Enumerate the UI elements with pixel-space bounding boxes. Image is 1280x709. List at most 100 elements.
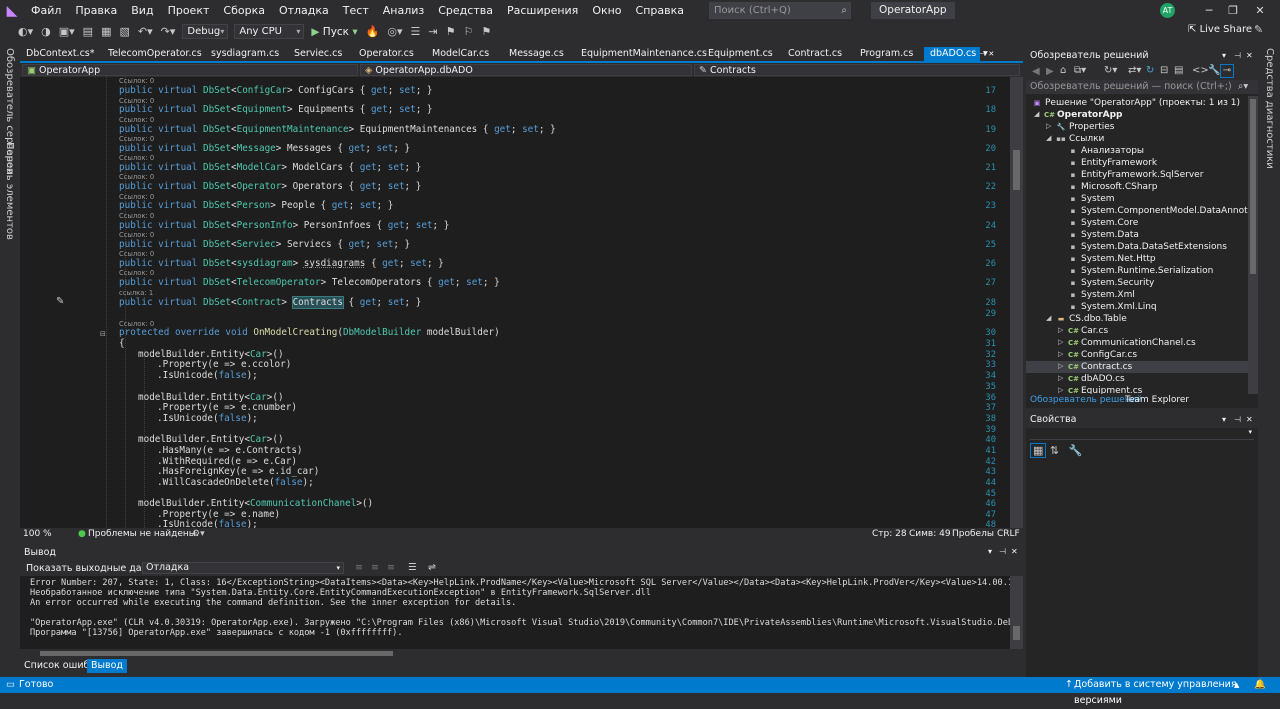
preview-selected-icon[interactable]: ⊸: [1220, 64, 1234, 78]
expander-closed-icon[interactable]: ▷: [1058, 386, 1063, 394]
redo-icon[interactable]: ↷▾: [157, 25, 180, 38]
diagnostic-tools-tab[interactable]: Средства диагностики: [1264, 48, 1275, 169]
tree-item-reference[interactable]: ▪ System.Security: [1068, 277, 1155, 289]
tab-program[interactable]: Program.cs: [854, 47, 924, 61]
browser-link-icon[interactable]: ◎▾: [383, 25, 406, 38]
back-icon[interactable]: ◐▾: [14, 25, 37, 38]
tab-team-explorer[interactable]: Team Explorer: [1125, 395, 1189, 405]
code-lens-references[interactable]: Ссылок: 0: [119, 116, 154, 124]
code-lens-references[interactable]: Ссылок: 0: [119, 212, 154, 220]
start-button[interactable]: ▶ Пуск ▾: [307, 26, 361, 38]
menu-debug[interactable]: Отладка: [272, 0, 336, 21]
panel-menu-icon[interactable]: ▾: [988, 547, 992, 556]
tree-item-reference[interactable]: ▪ System.ComponentModel.DataAnnotations: [1068, 205, 1248, 217]
panel-close-icon[interactable]: ✕: [1246, 412, 1253, 428]
forward-icon[interactable]: ◑: [37, 25, 55, 38]
expander-open-icon[interactable]: ◢: [1046, 314, 1051, 322]
minimize-icon[interactable]: ─: [1197, 0, 1221, 21]
expander-closed-icon[interactable]: ▷: [1058, 326, 1063, 334]
tree-item-solution[interactable]: ▣ Решение "OperatorApp" (проекты: 1 из 1): [1032, 97, 1240, 109]
expander-closed-icon[interactable]: ▷: [1058, 350, 1063, 358]
tree-item-reference[interactable]: ▪ Анализаторы: [1068, 145, 1144, 157]
feedback-icon[interactable]: ✎: [1254, 23, 1263, 36]
tab-output[interactable]: Вывод: [87, 659, 127, 673]
whitespace-indicator[interactable]: Пробелы: [952, 529, 994, 539]
bookmark-next-icon[interactable]: ⚑: [477, 25, 495, 38]
tab-serviec[interactable]: Serviec.cs: [288, 47, 353, 61]
tree-item-file[interactable]: C# dbADO.cs: [1068, 373, 1125, 385]
save-all-icon[interactable]: ▧: [115, 25, 133, 38]
alphabetical-icon[interactable]: ⇅: [1050, 444, 1059, 457]
tree-item-file[interactable]: C# ConfigCar.cs: [1068, 349, 1137, 361]
view-code-icon[interactable]: <>: [1192, 65, 1209, 76]
platform-select[interactable]: Any CPU ▾: [234, 24, 305, 39]
editor-vertical-scrollbar[interactable]: [1010, 77, 1023, 528]
avatar[interactable]: AT: [1160, 3, 1175, 18]
pin-icon[interactable]: ⊣: [999, 547, 1006, 556]
undo-icon[interactable]: ↶▾: [134, 25, 157, 38]
menu-tools[interactable]: Средства: [431, 0, 500, 21]
tab-operator[interactable]: Operator.cs: [353, 47, 426, 61]
tree-item-reference[interactable]: ▪ System.Xml.Linq: [1068, 301, 1157, 313]
tree-item-reference[interactable]: ▪ System: [1068, 193, 1115, 205]
show-all-files-icon[interactable]: ▤: [1174, 65, 1183, 76]
chevron-up-icon[interactable]: ▲: [1234, 677, 1239, 693]
scrollbar-thumb[interactable]: [40, 651, 393, 656]
tree-item-reference[interactable]: ▪ System.Net.Http: [1068, 253, 1156, 265]
tree-item-reference[interactable]: ▪ System.Core: [1068, 217, 1139, 229]
member-navigation-select[interactable]: ✎ Contracts: [694, 64, 1020, 76]
tree-item-reference[interactable]: ▪ System.Xml: [1068, 289, 1135, 301]
menu-file[interactable]: Файл: [24, 0, 68, 21]
pin-icon[interactable]: ⊣: [1234, 412, 1241, 428]
next-message-icon[interactable]: ≡: [387, 562, 395, 573]
menu-window[interactable]: Окно: [585, 0, 628, 21]
tree-item-project[interactable]: C# OperatorApp: [1044, 109, 1122, 121]
code-lens-references[interactable]: Ссылок: 0: [119, 231, 154, 239]
tree-item-reference[interactable]: ▪ System.Runtime.Serialization: [1068, 265, 1214, 277]
sync-icon[interactable]: ⇄▾: [1128, 65, 1141, 76]
output-horizontal-scrollbar[interactable]: [20, 650, 1010, 657]
menu-edit[interactable]: Правка: [68, 0, 124, 21]
home-icon[interactable]: ⌂: [1060, 65, 1066, 76]
tab-modelcar[interactable]: ModelCar.cs: [426, 47, 503, 61]
open-folder-icon[interactable]: ▤: [79, 25, 97, 38]
tree-item-folder[interactable]: ▬ CS.dbo.Table: [1056, 313, 1127, 325]
tab-dbcontext[interactable]: DbContext.cs*: [20, 47, 102, 61]
notifications-icon[interactable]: 🔔: [1254, 677, 1266, 693]
solution-explorer-scrollbar[interactable]: [1248, 96, 1258, 394]
menu-help[interactable]: Справка: [629, 0, 691, 21]
indent-icon[interactable]: ⇥: [424, 25, 441, 38]
expander-open-icon[interactable]: ◢: [1034, 110, 1039, 118]
code-lens-references[interactable]: Ссылок: 0: [119, 77, 154, 85]
categorized-icon[interactable]: ▦: [1030, 443, 1047, 458]
save-icon[interactable]: ▦: [97, 25, 115, 38]
properties-wrench-icon[interactable]: 🔧: [1208, 65, 1220, 76]
class-navigation-select[interactable]: ◈ OperatorApp.dbADO: [360, 64, 692, 76]
toolbox-tab[interactable]: Панель элементов: [4, 142, 15, 240]
expander-closed-icon[interactable]: ▷: [1046, 122, 1051, 130]
code-lens-references[interactable]: Ссылок: 0: [119, 154, 154, 162]
issues-status[interactable]: Проблемы не найдены.: [88, 529, 199, 539]
tree-item-properties[interactable]: 🔧 Properties: [1056, 121, 1115, 133]
panel-close-icon[interactable]: ✕: [1011, 547, 1018, 556]
tab-equipment[interactable]: Equipment.cs: [702, 47, 782, 61]
toggle-comment-icon[interactable]: ☰: [406, 25, 424, 38]
switch-views-icon[interactable]: ⧉▾: [1074, 65, 1086, 76]
tree-item-reference[interactable]: ▪ EntityFramework.SqlServer: [1068, 169, 1204, 181]
hot-reload-icon[interactable]: 🔥: [362, 25, 384, 38]
scrollbar-thumb[interactable]: [1250, 99, 1256, 274]
scrollbar-thumb[interactable]: [1013, 626, 1020, 640]
quick-actions-icon[interactable]: ✎: [56, 296, 64, 307]
menu-build[interactable]: Сборка: [216, 0, 272, 21]
clear-all-icon[interactable]: ☰: [408, 562, 417, 573]
tree-item-reference[interactable]: ▪ System.Data: [1068, 229, 1139, 241]
solution-explorer-search-input[interactable]: Обозреватель решений — поиск (Ctrl+;) ⌕▾: [1026, 80, 1258, 94]
find-message-icon[interactable]: ≡: [355, 562, 363, 573]
menu-view[interactable]: Вид: [124, 0, 160, 21]
tree-item-file[interactable]: C# Car.cs: [1068, 325, 1108, 337]
line-indicator[interactable]: Стр: 28: [872, 529, 907, 539]
tree-item-file[interactable]: C# Equipment.cs: [1068, 385, 1142, 394]
tab-sysdiagram[interactable]: sysdiagram.cs: [205, 47, 288, 61]
column-indicator[interactable]: Симв: 49: [909, 529, 951, 539]
back-icon[interactable]: ◀: [1032, 66, 1040, 77]
